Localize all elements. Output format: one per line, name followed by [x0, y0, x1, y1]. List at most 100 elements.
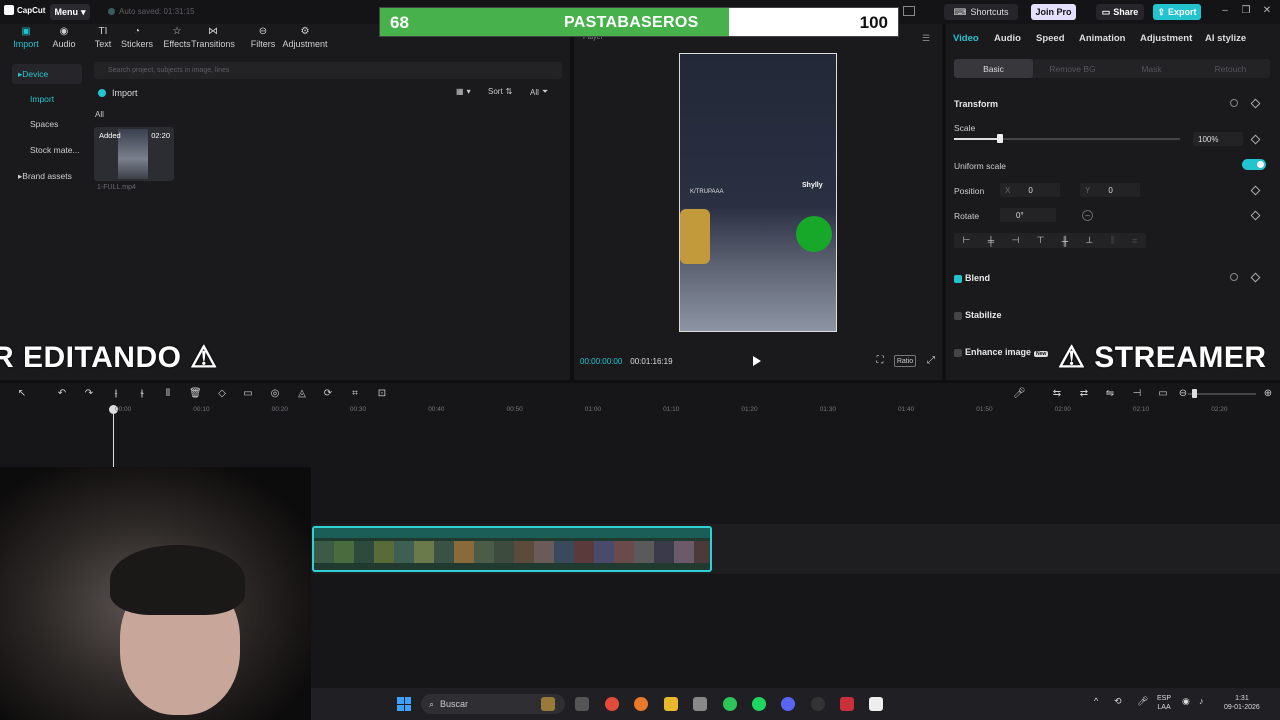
- checkbox-icon[interactable]: [954, 274, 962, 283]
- split-icon[interactable]: ⫲: [110, 388, 122, 400]
- shortcuts-button[interactable]: ⌨ Shortcuts: [944, 4, 1018, 20]
- language-indicator[interactable]: ESP LAA: [1157, 694, 1171, 712]
- mic-icon[interactable]: 🎤︎: [1013, 388, 1026, 400]
- rotate-field[interactable]: 0°: [1000, 208, 1056, 222]
- play-icon[interactable]: [753, 356, 761, 366]
- clock[interactable]: 1:31 09-01-2026: [1224, 694, 1260, 712]
- discord-icon[interactable]: [781, 697, 795, 711]
- layout-icon[interactable]: [903, 6, 915, 16]
- sidebar-item-brand-assets[interactable]: ▸ Brand assets: [12, 166, 82, 186]
- magnet-icon[interactable]: ⇄: [1078, 388, 1090, 400]
- position-y-field[interactable]: Y0: [1080, 183, 1140, 197]
- select-icon[interactable]: ↖: [16, 388, 28, 400]
- obs-icon[interactable]: [811, 697, 825, 711]
- video-preview[interactable]: K/TRUPAAA Shylly: [679, 53, 837, 332]
- sidebar-item-device[interactable]: ▸ Device: [12, 64, 82, 84]
- prop-tab-audio[interactable]: Audio: [994, 33, 1021, 44]
- windows-start-icon[interactable]: [397, 697, 411, 711]
- preview-axis-icon[interactable]: ⇋: [1104, 388, 1116, 400]
- align-top-icon[interactable]: ⊤: [1037, 235, 1045, 246]
- tab-effects[interactable]: ☆ Effects: [163, 27, 191, 50]
- uniform-scale-toggle[interactable]: [1242, 159, 1266, 170]
- align-bottom-icon[interactable]: ⊥: [1085, 235, 1093, 246]
- position-x-field[interactable]: X0: [1000, 183, 1060, 197]
- align-right-icon[interactable]: ⊣: [1011, 235, 1019, 246]
- tab-transitions[interactable]: ⋈ Transitions: [191, 27, 235, 50]
- capcut-icon[interactable]: [869, 697, 883, 711]
- prop-tab-adjustment[interactable]: Adjustment: [1140, 33, 1192, 44]
- split-right-icon[interactable]: ⫴: [162, 388, 174, 400]
- split-left-icon[interactable]: ⫳: [136, 388, 148, 400]
- prop-tab-animation[interactable]: Animation: [1079, 33, 1125, 44]
- mirror-icon[interactable]: ◬: [296, 388, 308, 400]
- taskview-icon[interactable]: [575, 697, 589, 711]
- checkbox-icon[interactable]: [954, 311, 962, 320]
- timeline-zoom-handle[interactable]: [1192, 389, 1197, 398]
- link-icon[interactable]: ⇆: [1051, 388, 1063, 400]
- prop-tab-video[interactable]: Video: [953, 33, 979, 44]
- subtab-basic[interactable]: Basic: [954, 59, 1033, 78]
- close-icon[interactable]: ✕: [1260, 5, 1274, 16]
- subtab-mask[interactable]: Mask: [1112, 59, 1191, 78]
- timeline-zoom-slider[interactable]: [1188, 393, 1256, 395]
- redo-icon[interactable]: ↷: [83, 388, 95, 400]
- freeze-icon[interactable]: ▭: [242, 388, 254, 400]
- settings-icon[interactable]: [693, 697, 707, 711]
- player-menu-icon[interactable]: ☰: [922, 33, 930, 44]
- tab-filters[interactable]: ⊖ Filters: [249, 27, 277, 50]
- rotate-dial-icon[interactable]: –: [1082, 210, 1093, 221]
- distribute-h-icon[interactable]: ⫼: [1111, 235, 1115, 246]
- media-clip-thumbnail[interactable]: Added 02:20: [94, 127, 174, 181]
- scale-value-field[interactable]: 100%: [1193, 132, 1243, 146]
- playhead[interactable]: [113, 405, 114, 467]
- subtab-remove-bg[interactable]: Remove BG: [1033, 59, 1112, 78]
- chrome-icon[interactable]: [605, 697, 619, 711]
- checkbox-icon[interactable]: [954, 348, 962, 357]
- reset-icon[interactable]: [1230, 273, 1238, 281]
- undo-icon[interactable]: ↶: [56, 388, 68, 400]
- tab-import[interactable]: ▣ Import: [12, 27, 40, 50]
- tray-overflow-icon[interactable]: ^: [1094, 697, 1098, 706]
- marker-icon[interactable]: ◇: [216, 388, 228, 400]
- join-pro-button[interactable]: Join Pro: [1031, 4, 1076, 20]
- split-track-icon[interactable]: ⊣: [1131, 388, 1143, 400]
- distribute-v-icon[interactable]: ≡: [1132, 236, 1137, 246]
- wifi-icon[interactable]: ◉: [1182, 697, 1190, 706]
- media-search-input[interactable]: Search project, subjects in image, lines: [94, 62, 562, 79]
- caption-icon[interactable]: ▭: [1157, 388, 1169, 400]
- scale-slider-handle[interactable]: [997, 134, 1003, 143]
- explorer-icon[interactable]: [664, 697, 678, 711]
- prop-tab-speed[interactable]: Speed: [1036, 33, 1065, 44]
- sidebar-item-spaces[interactable]: Spaces: [12, 114, 82, 134]
- volume-icon[interactable]: ♪: [1199, 697, 1204, 706]
- maximize-icon[interactable]: ❐: [1239, 5, 1253, 16]
- microphone-icon[interactable]: 🎤︎: [1137, 697, 1148, 706]
- crop-icon[interactable]: ⌗: [349, 388, 361, 400]
- stabilize-section[interactable]: Stabilize: [954, 310, 1002, 320]
- valorant-icon[interactable]: [840, 697, 854, 711]
- enhance-section[interactable]: Enhance image New: [954, 347, 1049, 357]
- sidebar-item-stock[interactable]: Stock mate...: [12, 140, 82, 160]
- whatsapp-icon[interactable]: [723, 697, 737, 711]
- delete-icon[interactable]: 🗑︎: [189, 388, 202, 400]
- tab-text[interactable]: TI Text: [89, 27, 117, 50]
- timeline-clip[interactable]: [312, 526, 712, 572]
- align-middle-icon[interactable]: ╫: [1062, 236, 1068, 246]
- desktop-icon[interactable]: [541, 697, 555, 711]
- menu-button[interactable]: Menu ▾: [50, 4, 90, 20]
- align-center-icon[interactable]: ╪: [988, 236, 994, 246]
- zoom-in-icon[interactable]: ⊕: [1262, 388, 1274, 400]
- view-toggle-button[interactable]: ▦ ▾: [456, 87, 471, 96]
- sort-button[interactable]: Sort ⇅: [488, 87, 512, 96]
- spotify-icon[interactable]: [752, 697, 766, 711]
- sidebar-item-import[interactable]: Import: [12, 89, 82, 109]
- fit-screen-icon[interactable]: ⛶: [874, 355, 886, 367]
- rotate-icon[interactable]: ⟳: [322, 388, 334, 400]
- ratio-button[interactable]: Ratio: [894, 355, 916, 367]
- speed-icon[interactable]: ◎: [269, 388, 281, 400]
- tab-audio[interactable]: ◉ Audio: [50, 27, 78, 50]
- firefox-icon[interactable]: [634, 697, 648, 711]
- import-button[interactable]: Import: [98, 88, 138, 98]
- prop-tab-ai-stylize[interactable]: AI stylize: [1205, 33, 1246, 44]
- tab-stickers[interactable]: ◔ Stickers: [121, 27, 153, 50]
